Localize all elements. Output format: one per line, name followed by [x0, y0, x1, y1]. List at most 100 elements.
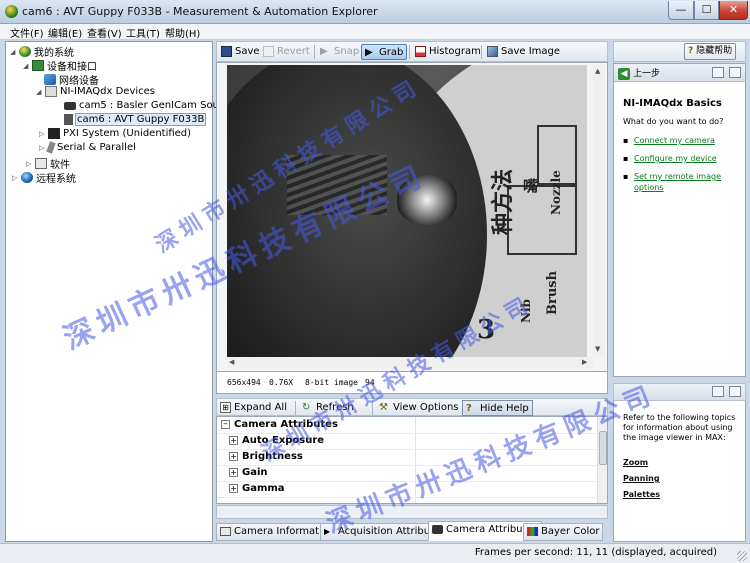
image-box	[507, 185, 577, 255]
collapsed-arrow-icon[interactable]: ▷	[26, 160, 35, 168]
tree-item-imaqdx[interactable]: ◢ NI-IMAQdx Devices	[36, 86, 155, 100]
frames-per-second: Frames per second: 11, 11 (displayed, ac…	[474, 547, 717, 558]
snap-button[interactable]: ▶ Snap	[320, 44, 359, 60]
tree-item-my-system[interactable]: ◢ 我的系统	[10, 44, 74, 59]
help-link-panning[interactable]: Panning	[623, 474, 660, 483]
image-vertical-scrollbar[interactable]: ▲ ▼	[593, 65, 605, 357]
help-header: ◀ 上一步	[614, 64, 745, 82]
menu-tools[interactable]: 工具(T)	[126, 25, 160, 40]
tree-item-remote[interactable]: ▷ 远程系统	[12, 170, 76, 185]
help-link-palettes[interactable]: Palettes	[623, 490, 660, 499]
help-link-configure[interactable]: Configure my device	[634, 153, 734, 164]
attr-auto-exposure[interactable]: + Auto Exposure	[229, 435, 324, 449]
expanded-arrow-icon[interactable]: ◢	[36, 88, 45, 96]
grab-button[interactable]: ▶ Grab	[361, 44, 408, 60]
attr-brightness[interactable]: + Brightness	[229, 451, 303, 465]
menu-edit[interactable]: 编辑(E)	[48, 25, 82, 40]
help-icon: ?	[688, 46, 694, 56]
tab-bayer-color[interactable]: Bayer Color	[523, 523, 604, 541]
histogram-button[interactable]: Histogram	[415, 44, 481, 60]
attr-gain[interactable]: + Gain	[229, 467, 268, 481]
help-toolbar: ? 隐藏帮助	[613, 41, 746, 62]
menu-file[interactable]: 文件(F)	[10, 25, 44, 40]
refresh-icon: ↻	[302, 401, 311, 413]
row-line	[217, 497, 597, 498]
image-resolution: 656x494	[227, 378, 261, 387]
help-link-zoom[interactable]: Zoom	[623, 458, 648, 467]
menu-help[interactable]: 帮助(H)	[165, 25, 200, 40]
image-headlight	[397, 175, 457, 225]
expand-all-button[interactable]: ⊞ Expand All	[220, 400, 287, 416]
toolbar-separator	[409, 45, 410, 59]
camera-icon	[432, 524, 443, 534]
expand-icon[interactable]: +	[229, 467, 238, 477]
expand-icon[interactable]: +	[229, 451, 238, 461]
image-grille	[287, 155, 387, 215]
back-button[interactable]: ◀ 上一步	[618, 66, 660, 80]
scroll-thumb[interactable]	[599, 431, 607, 465]
toolbar-separator	[295, 401, 296, 415]
acquisition-icon: ▶	[324, 526, 331, 536]
configuration-tree: ◢ 我的系统 ◢ 设备和接口 网络设备 ◢ NI-IMAQdx Devices cam…	[5, 41, 234, 542]
revert-button[interactable]: Revert	[263, 44, 310, 60]
image-horizontal-scrollbar[interactable]: ◀ ▶	[227, 357, 593, 369]
collapsed-arrow-icon[interactable]: ▷	[39, 130, 48, 138]
save-image-button[interactable]: Save Image	[487, 44, 560, 60]
help-link-remote[interactable]: Set my remote image options	[634, 171, 734, 193]
scroll-right-icon[interactable]: ▶	[582, 358, 587, 366]
attributes-horizontal-scrollbar[interactable]	[216, 505, 608, 519]
image-label: 3	[477, 315, 496, 345]
minimize-button[interactable]: —	[668, 1, 694, 20]
attr-group-camera[interactable]: – Camera Attributes	[221, 419, 338, 433]
expanded-arrow-icon[interactable]: ◢	[23, 62, 32, 70]
info-icon	[220, 526, 231, 536]
row-line	[217, 433, 597, 434]
scroll-down-icon[interactable]: ▼	[595, 345, 600, 353]
collapse-icon[interactable]: –	[221, 419, 230, 429]
toolbar-separator	[481, 45, 482, 59]
tree-item-cam6[interactable]: cam6 : AVT Guppy F033B	[64, 113, 207, 128]
bullet: ▪	[623, 154, 629, 163]
ni-device-icon	[45, 86, 57, 97]
expand-icon[interactable]: +	[229, 435, 238, 445]
expanded-arrow-icon[interactable]: ◢	[10, 48, 19, 56]
attr-gamma[interactable]: + Gamma	[229, 483, 285, 497]
bullet: ▪	[623, 136, 629, 145]
tree-item-devices[interactable]: ◢ 设备和接口	[23, 58, 97, 73]
snap-icon: ▶	[320, 45, 328, 57]
scroll-left-icon[interactable]: ◀	[229, 358, 234, 366]
view-options-button[interactable]: ⚒ View Options	[379, 400, 459, 416]
firewire-camera-icon	[64, 114, 73, 125]
help-print-icon[interactable]	[729, 67, 741, 78]
help-print-icon[interactable]	[729, 386, 741, 397]
help-window-icon[interactable]	[712, 67, 724, 78]
tree-item-cam5[interactable]: cam5 : Basler GenICam Source	[64, 100, 234, 114]
scroll-up-icon[interactable]: ▲	[595, 67, 600, 75]
image-toolbar: Save Revert ▶ Snap ▶ Grab Histogram Save I…	[216, 41, 608, 62]
tree-item-pxi[interactable]: ▷ PXI System (Unidentified)	[39, 128, 191, 142]
toolbar-separator	[314, 45, 315, 59]
options-icon: ⚒	[379, 401, 388, 413]
expand-icon[interactable]: +	[229, 483, 238, 493]
help-window-icon[interactable]	[712, 386, 724, 397]
tree-item-serial[interactable]: ▷ Serial & Parallel	[39, 141, 136, 156]
tree-item-network[interactable]: 网络设备	[44, 72, 99, 87]
hide-help-button[interactable]: ? Hide Help	[462, 400, 533, 416]
close-button[interactable]: ✕	[719, 1, 748, 20]
refresh-button[interactable]: ↻ Refresh	[302, 400, 354, 416]
tree-item-software[interactable]: ▷ 软件	[26, 156, 70, 171]
hide-help-top-button[interactable]: ? 隐藏帮助	[684, 43, 737, 60]
collapsed-arrow-icon[interactable]: ▷	[12, 174, 21, 182]
help-lower-panel: Refer to the following topics for inform…	[613, 401, 746, 542]
row-line	[217, 481, 597, 482]
menu-view[interactable]: 查看(V)	[87, 25, 122, 40]
attributes-scrollbar[interactable]	[597, 417, 607, 503]
menu-bar: 文件(F) 编辑(E) 查看(V) 工具(T) 帮助(H)	[0, 24, 750, 40]
help-link-connect[interactable]: Connect my camera	[634, 135, 734, 146]
camera-image[interactable]: 3 种方法 嘴 Brush Nozzle Nib	[227, 65, 587, 357]
save-button[interactable]: Save	[221, 44, 260, 60]
help-lower-header	[613, 383, 746, 401]
maximize-button[interactable]: ☐	[694, 1, 719, 20]
resize-grip-icon[interactable]	[737, 551, 747, 561]
column-divider	[415, 417, 416, 503]
